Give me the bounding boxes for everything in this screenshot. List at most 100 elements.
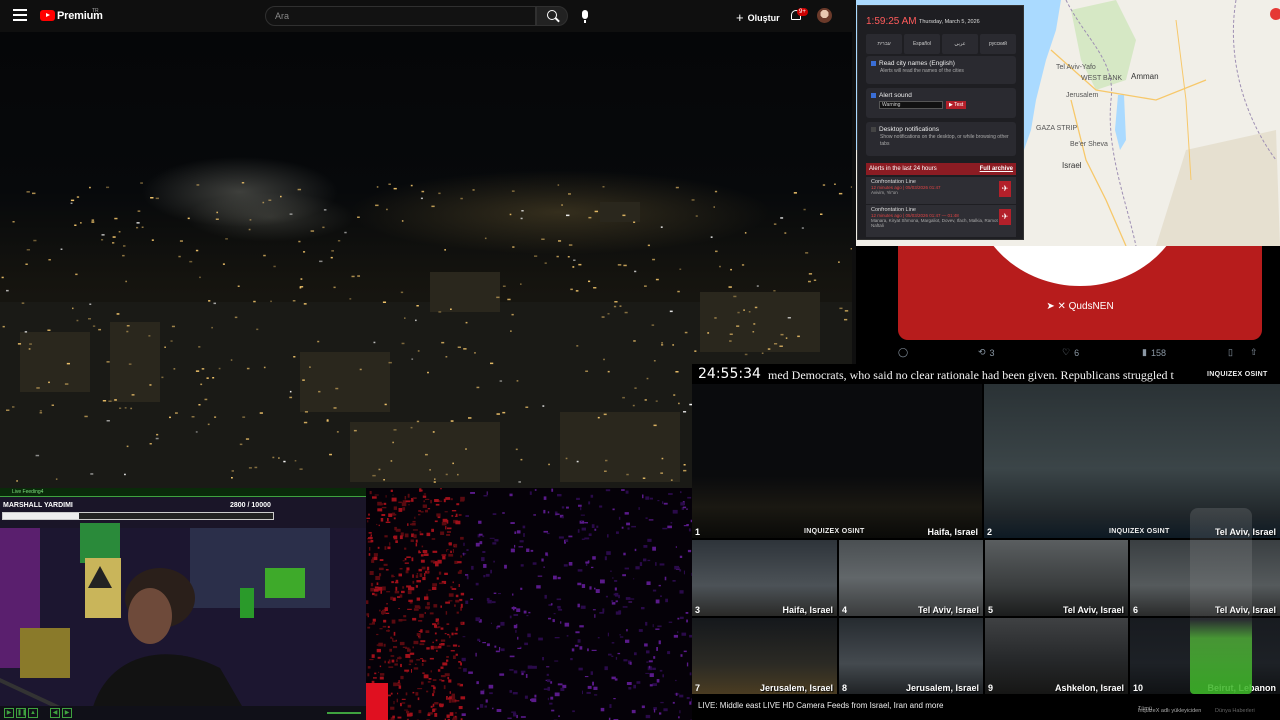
camera-number: 8: [842, 683, 848, 693]
goal-progress-bar: [2, 512, 274, 520]
camera-location: Tel Aviv, Israel: [1062, 605, 1124, 615]
reply-button[interactable]: ◯: [898, 347, 978, 358]
goal-score: 2800 / 10000: [230, 502, 271, 509]
volume-slider[interactable]: [327, 712, 361, 714]
camera-tile[interactable]: INQUIZEX OSINT 1 Haifa, Israel: [692, 384, 982, 538]
desktop-notifications-sub: Show notifications on the desktop, or wh…: [880, 134, 1009, 147]
stream-title[interactable]: LIVE: Middle east LIVE HD Camera Feeds f…: [698, 701, 943, 710]
hamburger-menu-icon[interactable]: [13, 9, 27, 21]
alert-sound-select[interactable]: Warning: [879, 101, 943, 109]
country-code: TR: [92, 8, 99, 14]
search-input[interactable]: Ara: [265, 6, 536, 26]
language-button[interactable]: русский: [980, 34, 1016, 54]
brand-watermark: INQUIZEX OSINT: [1109, 528, 1170, 535]
camera-tile[interactable]: 3 Haifa, Israel: [692, 540, 837, 616]
alert-sound-checkbox[interactable]: [871, 92, 876, 98]
language-button[interactable]: עברית: [866, 34, 902, 54]
map-label: Tel Aviv-Yafo: [1056, 64, 1096, 71]
news-ticker: med Democrats, who said no clear rationa…: [768, 368, 1174, 382]
create-button[interactable]: + Oluştur: [736, 9, 780, 25]
skip-forward-icon[interactable]: ▶: [62, 708, 72, 718]
plane-icon: ✈: [999, 181, 1011, 197]
camera-tile[interactable]: 8 Jerusalem, Israel: [839, 618, 983, 694]
share-button[interactable]: ⇧: [1250, 347, 1268, 358]
views-icon: ▮: [1142, 347, 1147, 357]
filter-chip[interactable]: InquizeX adlı yükleyiciden: [1138, 708, 1201, 714]
views-count: 158: [1150, 347, 1166, 358]
microphone-icon[interactable]: [582, 10, 588, 23]
bookmark-icon: ▯: [1228, 347, 1233, 357]
search-button[interactable]: [536, 6, 568, 26]
camera-tile[interactable]: 9 Ashkelon, Israel: [985, 618, 1128, 694]
filter-chip[interactable]: Dünya Haberleri: [1215, 708, 1255, 714]
desktop-notifications-checkbox[interactable]: [871, 126, 876, 132]
webcam-scene: [0, 523, 366, 720]
brand-watermark: INQUIZEX OSINT: [1207, 371, 1268, 378]
camera-location: Jerusalem, Israel: [905, 683, 979, 693]
like-button[interactable]: ♡ 6: [1062, 347, 1142, 358]
screen: Premium TR Ara + Oluştur 9+ Tel Aviv-Yaf…: [0, 0, 1280, 720]
tweet-card[interactable]: ➤ ✕ QudsNEN ◯ ⟲ 3 ♡ 6 ▮ 158 ▯ ⇧: [856, 246, 1280, 364]
alert-item[interactable]: Confrontation Line 12 minutes ago | 05/0…: [866, 177, 1016, 204]
map-label: Jerusalem: [1066, 92, 1099, 99]
full-archive-link[interactable]: Full archive: [980, 166, 1013, 172]
read-city-checkbox[interactable]: [871, 60, 876, 66]
desktop-notifications-option[interactable]: Desktop notifications Show notifications…: [866, 122, 1016, 156]
map-label: WEST BANK: [1081, 75, 1123, 82]
camera-location: Tel Aviv, Israel: [917, 605, 979, 615]
views-button[interactable]: ▮ 158: [1142, 347, 1228, 358]
camera-location: Haifa, Israel: [927, 527, 978, 537]
player-controls: ▶ ❚❚ ▲ ◀ ▶: [0, 706, 366, 720]
youtube-topbar: Premium TR Ara + Oluştur 9+: [0, 0, 852, 32]
alert-places: Manara, Kiryat Shmona, Margaliot, Dovev,…: [871, 218, 998, 228]
alert-clock: 1:59:25 AM: [866, 16, 917, 27]
eject-icon[interactable]: ▲: [28, 708, 38, 718]
camera-number: 4: [842, 605, 848, 615]
camera-number: 3: [695, 605, 701, 615]
tweet-image[interactable]: ➤ ✕ QudsNEN: [898, 246, 1262, 340]
stream-clock: 24:55:34: [698, 366, 761, 382]
pause-icon[interactable]: ❚❚: [16, 708, 27, 718]
map-label: Amman: [1131, 72, 1159, 81]
desktop-notifications-title: Desktop notifications: [879, 126, 939, 133]
brand-watermark: INQUIZEX OSINT: [804, 528, 865, 535]
skip-back-icon[interactable]: ◀: [50, 708, 60, 718]
telegram-icon: ➤: [1046, 301, 1055, 312]
language-button[interactable]: Español: [904, 34, 940, 54]
streamer-webcam[interactable]: Live Feeding4 MARSHALL YARDIMI 2800 / 10…: [0, 488, 366, 720]
alert-date: Thursday, March 5, 2026: [919, 19, 980, 25]
camera-location: Jerusalem, Israel: [759, 683, 833, 693]
read-city-title: Read city names (English): [879, 60, 955, 67]
camera-tile[interactable]: 7 Jerusalem, Israel: [692, 618, 837, 694]
share-icon: ⇧: [1250, 347, 1258, 357]
bookmark-button[interactable]: ▯: [1228, 347, 1250, 358]
language-selector: עברית Español عربي русский: [866, 34, 1016, 54]
map-marker-icon[interactable]: [1270, 8, 1280, 20]
search-placeholder: Ara: [275, 11, 290, 21]
alert-sound-option[interactable]: Alert sound Warning ▶ Test: [866, 88, 1016, 118]
tweet-image-circle: [972, 246, 1188, 286]
map-label: Be'er Sheva: [1070, 141, 1108, 148]
camera-number: 1: [695, 527, 701, 537]
avatar[interactable]: [817, 8, 832, 23]
retweet-button[interactable]: ⟲ 3: [978, 347, 1062, 358]
search-icon: [547, 10, 557, 20]
test-sound-button[interactable]: ▶ Test: [946, 101, 967, 109]
retweet-icon: ⟲: [978, 347, 986, 357]
plane-icon: ✈: [999, 209, 1011, 225]
read-city-sub: Alerts will read the names of the cities: [880, 68, 964, 74]
glitch-visual: [366, 488, 692, 720]
x-logo-icon: ✕: [1057, 301, 1066, 312]
read-city-option[interactable]: Read city names (English) Alerts will re…: [866, 56, 1016, 84]
language-button[interactable]: عربي: [942, 34, 978, 54]
camera-tile[interactable]: 5 Tel Aviv, Israel: [985, 540, 1128, 616]
alert-item[interactable]: Confrontation Line 12 minutes ago | 05/0…: [866, 205, 1016, 237]
play-icon[interactable]: ▶: [4, 708, 14, 718]
camera-number: 6: [1133, 605, 1139, 615]
map-label: GAZA STRIP: [1036, 125, 1078, 132]
youtube-logo-icon[interactable]: [40, 10, 55, 21]
camera-tile[interactable]: 4 Tel Aviv, Israel: [839, 540, 983, 616]
camera-grid-stream[interactable]: 24:55:34 med Democrats, who said no clea…: [692, 364, 1280, 720]
create-label: Oluştur: [747, 13, 780, 23]
glitch-pattern: [366, 488, 692, 720]
